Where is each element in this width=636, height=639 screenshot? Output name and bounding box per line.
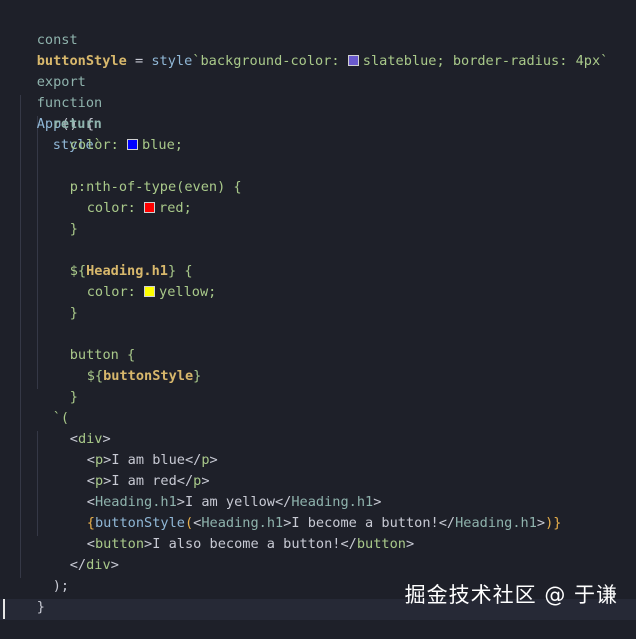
code-line-1[interactable]: const buttonStyle = style`background-col… [4, 9, 609, 69]
jsx-brace: )} [545, 515, 562, 531]
function-name: style [151, 53, 193, 69]
css-property: color: [69, 137, 128, 153]
css-brace: } [69, 305, 78, 321]
code-line-7[interactable]: } [37, 198, 78, 237]
code-line-12[interactable]: ${buttonStyle} [54, 345, 202, 384]
code-line-18[interactable]: <Heading.h1>I am yellow</Heading.h1> [54, 471, 382, 510]
css-value: slateblue [362, 53, 437, 69]
code-line-19[interactable]: {buttonStyle(<Heading.h1>I become a butt… [54, 492, 562, 531]
keyword: export [36, 74, 86, 90]
color-swatch-yellow[interactable] [144, 286, 156, 297]
tag-bracket: > [209, 452, 218, 468]
tag-bracket: </ [69, 557, 87, 573]
operator: = [126, 53, 152, 69]
code-line-9[interactable]: color: yellow; [54, 261, 217, 300]
jsx-tag: div [86, 557, 111, 573]
code-line-13[interactable]: } [37, 366, 78, 405]
css-property: background-color: [200, 53, 348, 69]
code-line-22[interactable]: ); [20, 555, 69, 594]
code-line-14[interactable]: `( [20, 387, 69, 426]
code-line-8[interactable]: ${Heading.h1} { [37, 240, 193, 279]
tag-bracket: > [405, 536, 415, 552]
interpolation-close: } [193, 368, 202, 384]
css-brace: } [69, 389, 78, 405]
text-cursor [3, 599, 5, 619]
code-line-11[interactable]: button { [37, 324, 135, 363]
code-line-23[interactable]: } [4, 576, 45, 615]
css-value: blue; [142, 137, 183, 153]
code-line-6[interactable]: color: red; [54, 177, 192, 216]
watermark: 掘金技术社区 @ 于谦 [404, 583, 618, 607]
jsx-tag: button [356, 536, 406, 552]
code-line-17[interactable]: <p>I am red</p> [54, 450, 210, 489]
code-line-4[interactable]: color: blue; [37, 114, 183, 153]
css-rest: ; border-radius: 4px` [436, 53, 609, 69]
jsx-text: I also become a button! [152, 536, 341, 552]
css-property: color: [86, 284, 145, 300]
css-brace: } [69, 221, 78, 237]
keyword: const [36, 32, 78, 48]
color-swatch-blue[interactable] [127, 139, 139, 150]
code-line-16[interactable]: <p>I am blue</p> [54, 429, 218, 468]
tag-bracket: </ [438, 515, 456, 531]
code-line-15[interactable]: <div> [37, 408, 111, 447]
code-line-3[interactable]: return style` [20, 93, 102, 153]
css-value: red; [159, 200, 192, 216]
tag-bracket: > [144, 536, 153, 552]
identifier: buttonStyle [103, 368, 194, 384]
interpolation-open: ${ [86, 368, 104, 384]
code-line-21[interactable]: </div> [37, 534, 119, 573]
tag-bracket: > [110, 557, 119, 573]
code-line-5[interactable]: p:nth-of-type(even) { [37, 156, 242, 195]
code-line-2[interactable]: export function App() { [4, 51, 102, 132]
jsx-component: Heading.h1 [455, 515, 537, 531]
code-editor[interactable]: const buttonStyle = style`background-col… [0, 0, 636, 628]
tag-bracket: > [536, 515, 546, 531]
css-value: yellow; [159, 284, 217, 300]
tag-bracket: </ [340, 536, 357, 552]
punctuation: } [36, 599, 45, 615]
color-swatch-red[interactable] [144, 202, 156, 213]
code-line-10[interactable]: } [37, 282, 78, 321]
color-swatch-slateblue[interactable] [347, 55, 359, 66]
css-property: color: [86, 200, 145, 216]
punctuation: ); [52, 578, 70, 594]
code-line-20[interactable]: <button>I also become a button!</button> [54, 513, 414, 552]
